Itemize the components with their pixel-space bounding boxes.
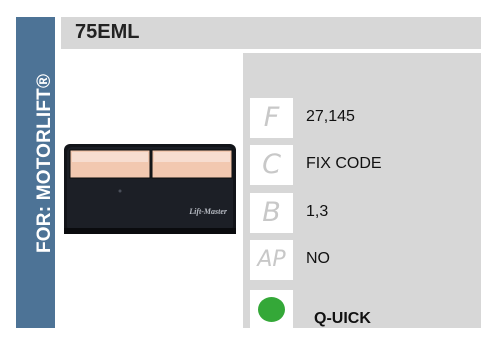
model-title: 75EML (75, 21, 140, 43)
spec-letter: F (263, 102, 280, 133)
quick-row: Q-UICK (250, 290, 476, 330)
quick-label: Q-UICK (314, 310, 371, 327)
spec-letter: B (262, 197, 281, 228)
brand-label: FOR: MOTORLIFT® (34, 73, 55, 253)
spec-letter-box: F (250, 98, 293, 138)
spec-letter-box: B (250, 193, 293, 233)
remote-brand-text: Lift-Master (188, 207, 228, 216)
spec-letter-box: C (250, 145, 293, 185)
brand-sidebar: FOR: MOTORLIFT® (16, 17, 55, 328)
quick-indicator-box (250, 290, 293, 328)
spec-value: 1,3 (306, 203, 329, 220)
spec-row-code: C FIX CODE (250, 145, 476, 185)
spec-letter-box: AP (250, 240, 293, 280)
specs-panel (243, 53, 481, 328)
spec-letter: C (262, 149, 281, 180)
spec-row-frequency: F 27,145 (250, 98, 476, 138)
spec-value: FIX CODE (306, 155, 382, 172)
model-header: 75EML (61, 17, 481, 49)
spec-row-buttons: B 1,3 (250, 193, 476, 233)
spec-value: 27,145 (306, 108, 355, 125)
spec-value: NO (306, 250, 330, 267)
spec-letter: AP (257, 247, 286, 272)
green-dot-icon (258, 297, 285, 322)
remote-control-image: Lift-Master (64, 144, 236, 234)
spec-row-ap: AP NO (250, 240, 476, 280)
